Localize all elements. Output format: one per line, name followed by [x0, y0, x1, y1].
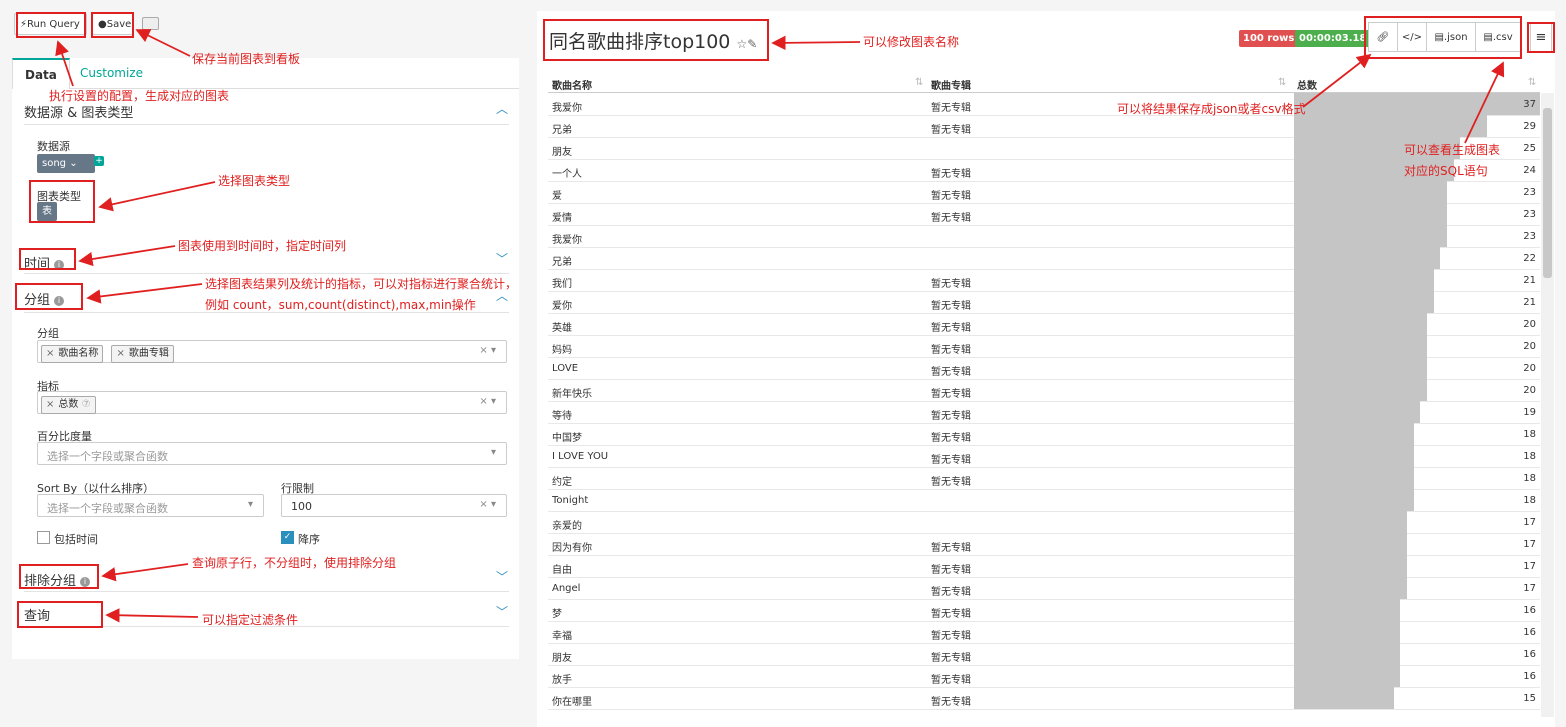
annotation-arrows: [55, 29, 1505, 623]
